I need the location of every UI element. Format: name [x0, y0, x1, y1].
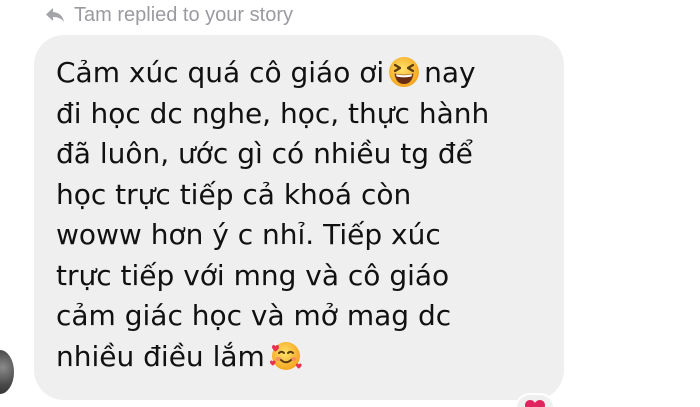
message-line: woww hơn ý c nhỉ. Tiếp xúc	[56, 218, 441, 251]
message-line: nhiều điều lắm	[56, 337, 536, 378]
reply-header-text: Tam replied to your story	[74, 4, 293, 26]
message-line: học trực tiếp cả khoá còn	[56, 177, 412, 211]
message-line: trực tiếp với mng và cô giáo	[56, 258, 450, 292]
message-line: đi học dc nghe, học, thực hành	[56, 96, 490, 130]
message-line: Cảm xúc quá cô giáo ơi nay	[56, 53, 536, 94]
story-reply-header: Tam replied to your story	[44, 1, 293, 29]
avatar[interactable]	[0, 350, 14, 394]
smiling-face-with-hearts-emoji	[269, 340, 303, 384]
message-bubble[interactable]: Cảm xúc quá cô giáo ơi nay đi học dc nghe…	[34, 35, 564, 400]
chat-thread: Tam replied to your story Cảm xúc quá cô…	[0, 0, 700, 407]
message-line: cảm giác học và mở mag dc	[56, 299, 452, 332]
heart-icon	[524, 399, 546, 407]
message-text: Cảm xúc quá cô giáo ơi nay đi học dc nghe…	[56, 53, 536, 377]
grinning-squinting-face-emoji	[388, 56, 420, 100]
message-line: đã luôn, ước gì có nhiều tg để	[56, 137, 473, 170]
message-reaction[interactable]	[515, 393, 555, 407]
reply-arrow-icon	[44, 5, 66, 25]
